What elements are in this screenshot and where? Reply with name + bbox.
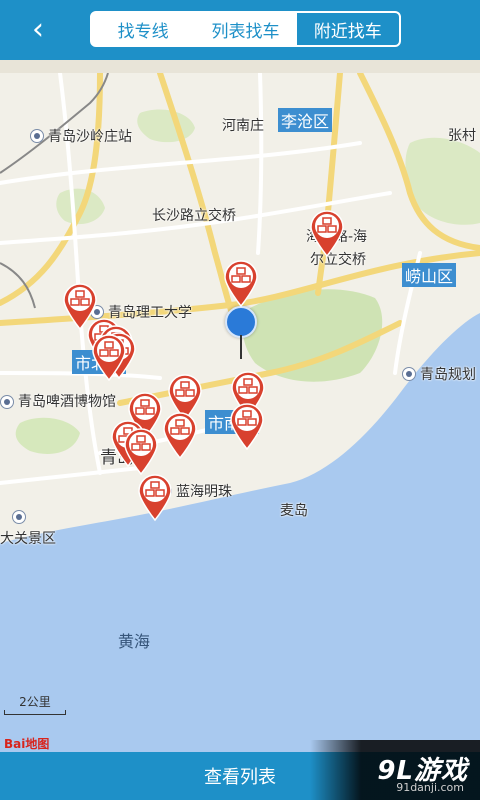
map-label: 大关景区 [0,531,56,547]
map-label-sea: 黄海 [118,632,151,651]
map-scale: 2公里 [4,693,66,715]
map-label: 张村 [448,128,476,144]
tab-list-find-car[interactable]: 列表找车 [194,13,296,45]
map-label: 河南庄 [222,118,264,134]
view-list-label: 查看列表 [204,767,276,788]
tab-find-route[interactable]: 找专线 [92,13,194,45]
poi-icon [402,367,416,381]
vehicle-marker-icon[interactable] [136,472,174,522]
map-label: 青岛沙岭庄站 [48,129,132,145]
vehicle-marker-icon[interactable] [308,208,346,258]
map-label: 青岛啤酒博物馆 [18,394,116,410]
map-label: 麦岛 [280,503,308,519]
baidu-logo: Bai地图 [4,737,50,751]
scale-label: 2公里 [19,695,51,709]
map-label: 青岛规划 [420,367,476,383]
map-label: 长沙路立交桥 [152,208,236,224]
current-location-icon [225,306,257,338]
vehicle-marker-icon[interactable] [161,410,199,460]
map-label: 蓝海明珠 [176,484,232,500]
poi-icon [0,395,14,409]
poi-icon [30,129,44,143]
location-stem [240,335,242,359]
tab-nearby-find-car[interactable]: 附近找车 [296,13,399,45]
segmented-control: 找专线 列表找车 附近找车 [90,11,401,47]
vehicle-marker-icon[interactable] [90,332,128,382]
scale-bar [4,710,66,715]
vehicle-marker-icon[interactable] [222,258,260,308]
district-label: 崂山区 [402,263,457,287]
back-button[interactable]: ‹ [22,14,54,46]
vehicle-marker-icon[interactable] [228,401,266,451]
top-bar: ‹ 找专线 列表找车 附近找车 [0,0,480,60]
poi-icon [12,510,26,524]
district-label: 李沧区 [278,108,333,132]
vehicle-marker-icon[interactable] [122,426,160,476]
watermark-url: 91danji.com [396,781,464,794]
chevron-left-icon: ‹ [32,12,44,47]
map-view[interactable]: 青岛沙岭庄站 河南庄 李沧区 张村 长沙路立交桥 海尔路-海 尔立交桥 崂山区 … [0,73,480,752]
